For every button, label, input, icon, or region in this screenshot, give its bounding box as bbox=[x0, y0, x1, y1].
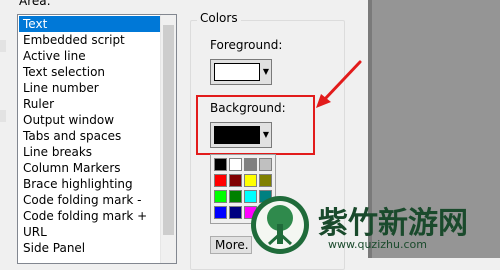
palette-swatch[interactable] bbox=[229, 158, 242, 171]
edge-notch bbox=[0, 40, 6, 52]
area-list-items: Text Embedded script Active line Text selec… bbox=[19, 16, 161, 256]
watermark-title: 紫竹新游网 bbox=[318, 206, 468, 241]
area-list-item[interactable]: Code folding mark + bbox=[19, 208, 161, 224]
tree-logo-icon bbox=[251, 196, 309, 254]
edge-notch bbox=[0, 110, 6, 122]
palette-swatch[interactable] bbox=[229, 206, 242, 219]
palette-swatch[interactable] bbox=[244, 174, 257, 187]
palette-swatch[interactable] bbox=[259, 174, 272, 187]
palette-swatch[interactable] bbox=[214, 174, 227, 187]
window-edge bbox=[0, 0, 16, 258]
dropdown-arrow-icon: ▼ bbox=[262, 67, 269, 76]
area-list-item[interactable]: Active line bbox=[19, 48, 161, 64]
palette-swatch[interactable] bbox=[214, 206, 227, 219]
area-list-item[interactable]: Brace highlighting bbox=[19, 176, 161, 192]
area-list-item[interactable]: Tabs and spaces bbox=[19, 128, 161, 144]
area-scrollbar[interactable] bbox=[160, 15, 176, 263]
area-list-item[interactable]: Side Panel bbox=[19, 240, 161, 256]
area-list-item[interactable]: Column Markers bbox=[19, 160, 161, 176]
colors-legend: Colors bbox=[197, 11, 241, 25]
foreground-swatch bbox=[214, 63, 260, 81]
scroll-thumb[interactable] bbox=[163, 25, 174, 235]
annotation-arrow-icon bbox=[316, 60, 362, 108]
area-list-item[interactable]: Ruler bbox=[19, 96, 161, 112]
area-list-item[interactable]: Text selection bbox=[19, 64, 161, 80]
foreground-color-button[interactable]: ▼ bbox=[210, 59, 272, 85]
palette-swatch[interactable] bbox=[229, 190, 242, 203]
palette-swatch[interactable] bbox=[259, 158, 272, 171]
area-list-item[interactable]: URL bbox=[19, 224, 161, 240]
watermark-url: www.quzizhu.com bbox=[328, 238, 427, 251]
area-list-item[interactable]: Text bbox=[19, 16, 161, 32]
foreground-label: Foreground: bbox=[210, 38, 283, 52]
area-listbox[interactable]: Text Embedded script Active line Text selec… bbox=[17, 14, 177, 264]
area-list-item[interactable]: Embedded script bbox=[19, 32, 161, 48]
palette-swatch[interactable] bbox=[214, 190, 227, 203]
palette-swatch[interactable] bbox=[214, 158, 227, 171]
palette-swatch[interactable] bbox=[229, 174, 242, 187]
area-list-item[interactable]: Line number bbox=[19, 80, 161, 96]
area-list-item[interactable]: Line breaks bbox=[19, 144, 161, 160]
area-label: Area: bbox=[19, 0, 51, 8]
annotation-highlight-box bbox=[196, 95, 315, 155]
area-list-item[interactable]: Output window bbox=[19, 112, 161, 128]
area-list-item[interactable]: Code folding mark - bbox=[19, 192, 161, 208]
site-watermark: 紫竹新游网 www.quzizhu.com bbox=[245, 192, 500, 258]
palette-swatch[interactable] bbox=[244, 158, 257, 171]
